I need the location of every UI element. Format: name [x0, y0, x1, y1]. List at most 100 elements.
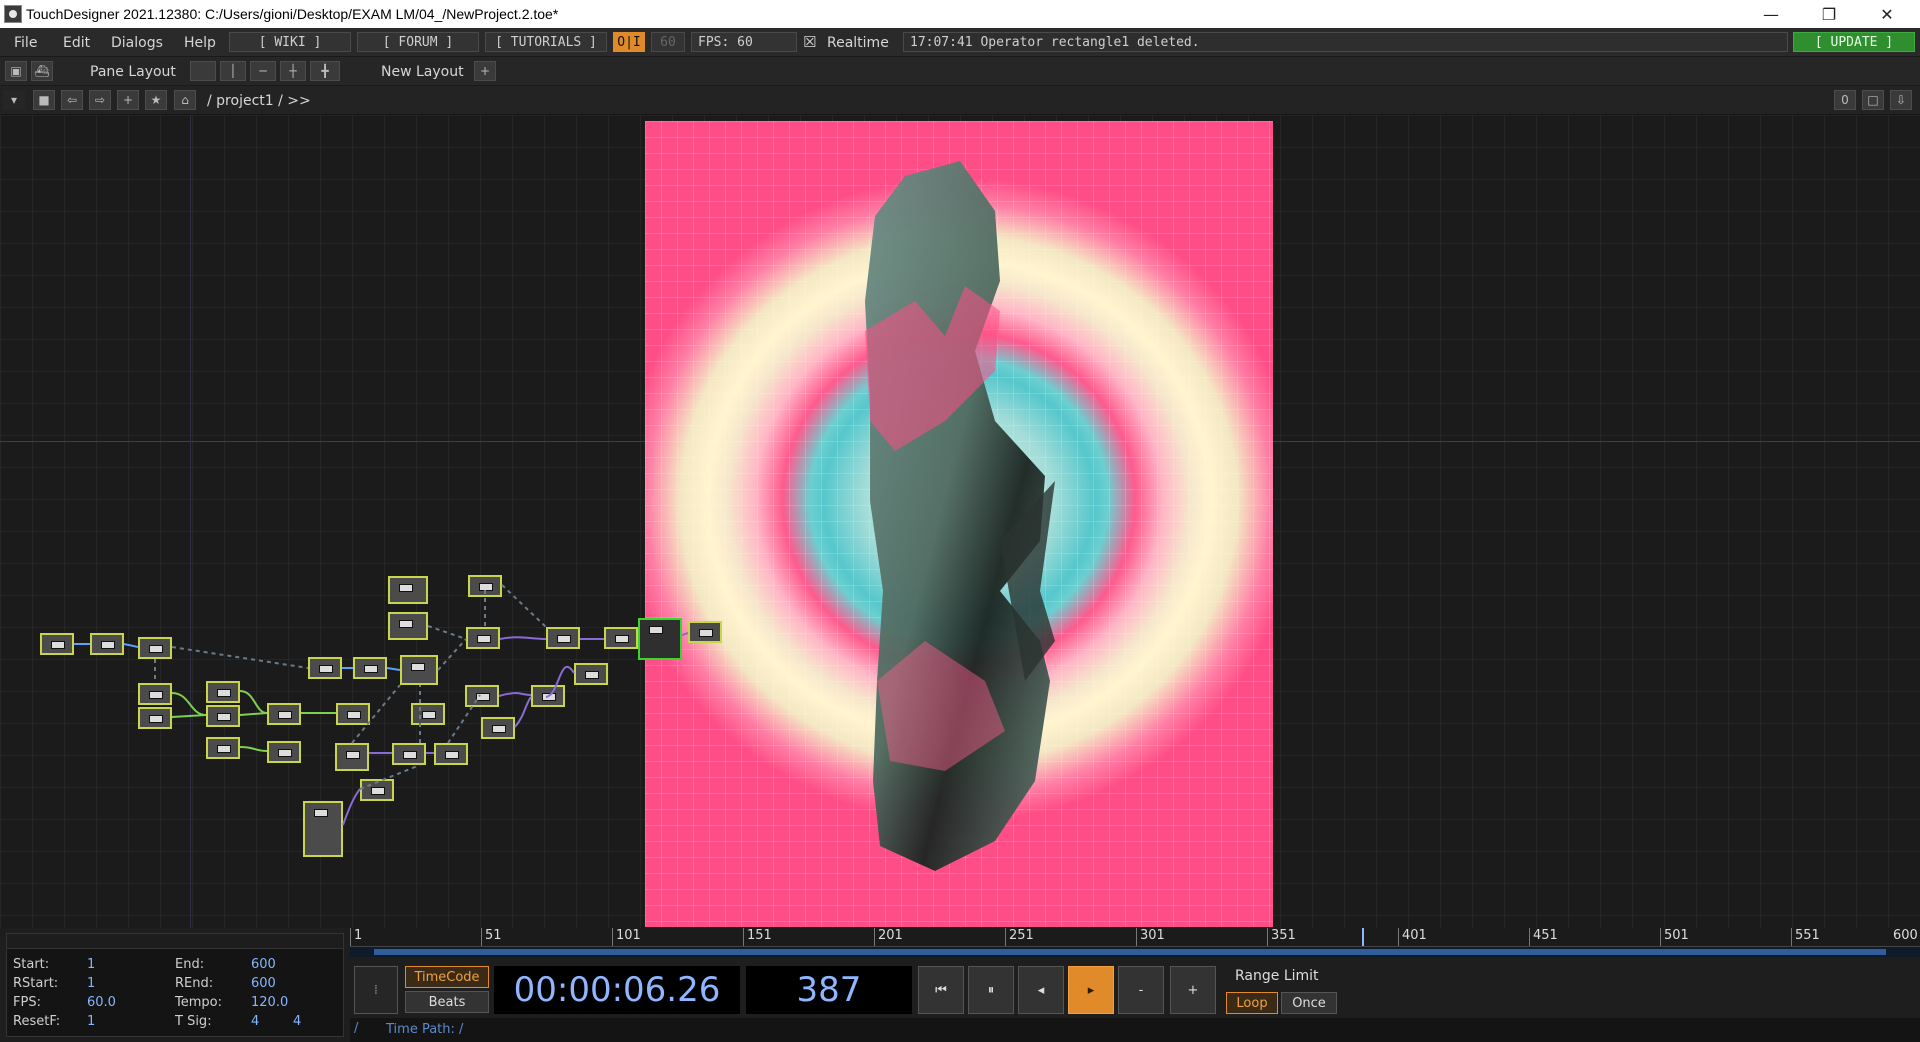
step-forward-button[interactable]: + — [1170, 966, 1216, 1014]
operator-node[interactable] — [411, 703, 445, 725]
operator-node[interactable] — [388, 612, 428, 640]
loop-toggle[interactable]: Loop — [1226, 992, 1278, 1014]
fps-limit-field[interactable]: 60 — [651, 32, 685, 52]
add-operator-icon[interactable]: + — [117, 90, 139, 110]
home-icon[interactable]: ⌂ — [174, 90, 196, 110]
operator-node[interactable] — [388, 576, 428, 604]
operator-node[interactable] — [546, 627, 580, 649]
screenshot-icon[interactable]: ▣ — [5, 61, 27, 81]
play-reverse-icon[interactable]: ◂ — [1018, 966, 1064, 1014]
operator-node[interactable] — [392, 743, 426, 765]
fps-label: FPS: — [13, 995, 41, 1010]
star-icon[interactable]: ★ — [145, 90, 167, 110]
tsig-numerator[interactable]: 4 — [251, 1014, 259, 1029]
timecode-display[interactable]: 00:00:06.26 — [494, 966, 740, 1014]
resetf-value[interactable]: 1 — [87, 1014, 95, 1029]
network-path[interactable]: / project1 / >> — [207, 93, 311, 109]
chevron-down-icon[interactable]: ▾ — [3, 90, 25, 110]
layout-single-icon[interactable] — [190, 61, 216, 81]
wiki-button[interactable]: [ WIKI ] — [229, 32, 351, 52]
operator-node[interactable] — [604, 627, 638, 649]
operator-node[interactable] — [336, 703, 370, 725]
operator-node[interactable] — [267, 741, 301, 763]
rend-value[interactable]: 600 — [251, 976, 276, 991]
maximize-pane-icon[interactable]: □ — [1862, 90, 1884, 110]
operator-node[interactable] — [574, 663, 608, 685]
operator-node[interactable] — [206, 681, 240, 703]
pause-icon[interactable]: ⏸ — [968, 966, 1014, 1014]
forward-arrow-icon[interactable]: ⇨ — [89, 90, 111, 110]
tempo-value[interactable]: 120.0 — [251, 995, 288, 1010]
timeline-scrollbar[interactable] — [350, 947, 1920, 957]
realtime-checkbox[interactable]: ☒ — [803, 33, 816, 51]
end-value[interactable]: 600 — [251, 957, 276, 972]
operator-node[interactable] — [466, 627, 500, 649]
perform-mode-icon[interactable]: ⛴ — [31, 61, 53, 81]
tutorials-button[interactable]: [ TUTORIALS ] — [485, 32, 607, 52]
operator-node[interactable] — [138, 707, 172, 729]
operator-node[interactable] — [90, 633, 124, 655]
operator-node[interactable] — [400, 655, 438, 685]
play-forward-icon[interactable]: ▸ — [1068, 966, 1114, 1014]
restore-button[interactable]: ❐ — [1800, 0, 1858, 28]
operator-node[interactable] — [206, 737, 240, 759]
back-arrow-icon[interactable]: ⇦ — [61, 90, 83, 110]
menu-edit[interactable]: Edit — [63, 35, 90, 51]
tsig-denominator[interactable]: 4 — [293, 1014, 301, 1029]
timeline-scroll-thumb[interactable] — [374, 949, 1886, 955]
output-preview[interactable] — [645, 121, 1273, 927]
update-button[interactable]: [ UPDATE ] — [1793, 32, 1915, 52]
add-layout-button[interactable]: + — [474, 61, 496, 81]
minimize-button[interactable]: — — [1742, 0, 1800, 28]
playhead[interactable] — [1362, 928, 1364, 946]
operator-node[interactable] — [267, 703, 301, 725]
timeline-handle-icon[interactable]: ⁞ — [354, 966, 398, 1014]
timeline-tick: 1 — [350, 928, 362, 946]
oi-toggle[interactable]: O|I — [613, 32, 645, 52]
timecode-toggle[interactable]: TimeCode — [405, 966, 489, 988]
stop-icon[interactable]: ■ — [33, 90, 55, 110]
operator-node[interactable] — [531, 685, 565, 707]
fps-value[interactable]: 60.0 — [87, 995, 116, 1010]
time-path[interactable]: Time Path: / — [386, 1022, 463, 1037]
forum-button[interactable]: [ FORUM ] — [357, 32, 479, 52]
operator-node[interactable] — [40, 633, 74, 655]
selected-operator-node[interactable] — [638, 618, 682, 660]
close-button[interactable]: ✕ — [1858, 0, 1916, 28]
operator-node[interactable] — [353, 657, 387, 679]
operator-node[interactable] — [308, 657, 342, 679]
operator-node[interactable] — [468, 575, 502, 597]
layout-four-pane-icon[interactable]: ╋ — [310, 61, 340, 81]
pin-icon[interactable]: ⇩ — [1890, 90, 1912, 110]
layout-toolbar: ▣ ⛴ Pane Layout │ ─ ┼ ╋ New Layout + — [0, 57, 1920, 86]
layout-split-horizontal-icon[interactable]: ─ — [250, 61, 276, 81]
operator-node[interactable] — [688, 621, 722, 643]
operator-node[interactable] — [303, 801, 343, 857]
operator-node[interactable] — [360, 779, 394, 801]
network-editor[interactable] — [0, 115, 1920, 928]
menu-dialogs[interactable]: Dialogs — [111, 35, 163, 51]
operator-node[interactable] — [465, 685, 499, 707]
frame-display[interactable]: 387 — [746, 966, 912, 1014]
rstart-value[interactable]: 1 — [87, 976, 95, 991]
fps-display: FPS: 60 — [691, 32, 797, 52]
time-path-bar: / Time Path: / — [350, 1018, 1920, 1042]
operator-node[interactable] — [335, 743, 369, 771]
menu-help[interactable]: Help — [184, 35, 216, 51]
operator-node[interactable] — [206, 705, 240, 727]
timeline-tick: 151 — [743, 928, 772, 946]
operator-node[interactable] — [138, 683, 172, 705]
timeline-tick: 401 — [1398, 928, 1427, 946]
layout-split-vertical-icon[interactable]: │ — [220, 61, 246, 81]
once-toggle[interactable]: Once — [1281, 992, 1337, 1014]
timeline-ruler[interactable]: 1 51 101 151 201 251 301 351 401 451 501… — [350, 928, 1920, 947]
beats-toggle[interactable]: Beats — [405, 991, 489, 1013]
layout-three-pane-icon[interactable]: ┼ — [280, 61, 306, 81]
menu-file[interactable]: File — [14, 35, 37, 51]
start-value[interactable]: 1 — [87, 957, 95, 972]
skip-to-start-icon[interactable]: ⏮ — [918, 966, 964, 1014]
operator-node[interactable] — [434, 743, 468, 765]
step-back-button[interactable]: - — [1118, 966, 1164, 1014]
operator-node[interactable] — [481, 717, 515, 739]
operator-node[interactable] — [138, 637, 172, 659]
